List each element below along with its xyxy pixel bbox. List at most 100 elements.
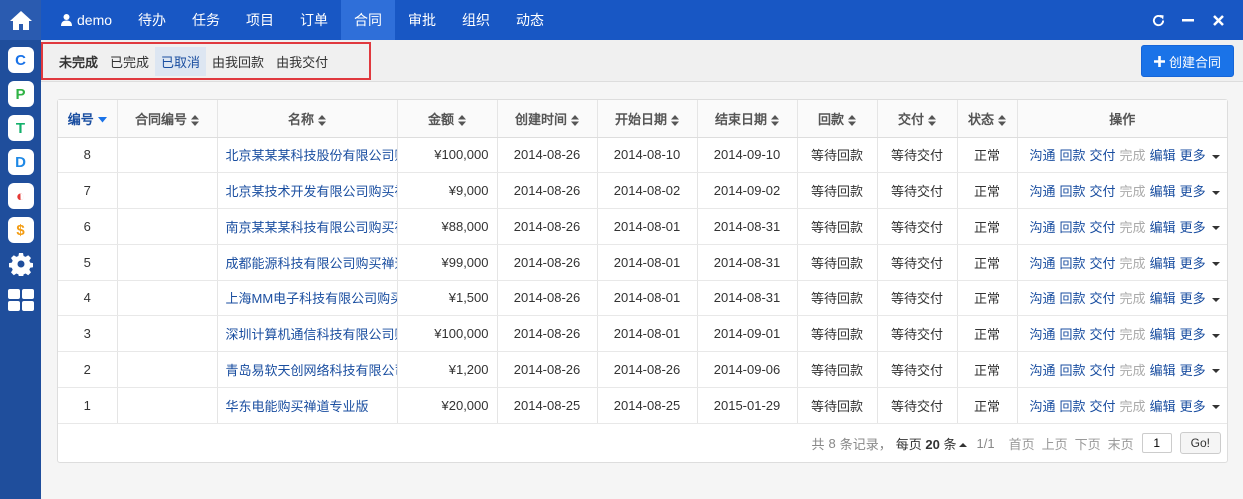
prev-page-link[interactable]: 上页 [1042, 434, 1068, 453]
action-more[interactable]: 更多 [1180, 256, 1206, 271]
action-talk[interactable]: 沟通 [1030, 363, 1056, 378]
action-more[interactable]: 更多 [1180, 291, 1206, 306]
action-delivery[interactable]: 交付 [1090, 399, 1116, 414]
rail-app-3[interactable]: T [7, 115, 34, 141]
table-row: 1 华东电能购买禅道专业版 ¥20,000 2014-08-25 2014-08-25 2… [58, 387, 1227, 424]
nav-item-6[interactable]: 审批 [395, 0, 449, 40]
action-delivery[interactable]: 交付 [1090, 327, 1116, 342]
action-edit[interactable]: 编辑 [1150, 327, 1176, 342]
action-delivery[interactable]: 交付 [1090, 256, 1116, 271]
cell-name[interactable]: 成都能源科技有限公司购买禅道 [217, 244, 398, 281]
filter-tab-5[interactable]: 由我交付 [270, 47, 334, 76]
column-header-7[interactable]: 结束日期 [697, 100, 798, 138]
action-payment[interactable]: 回款 [1060, 291, 1086, 306]
action-more[interactable]: 更多 [1180, 184, 1206, 199]
filter-tab-3[interactable]: 已取消 [155, 46, 207, 76]
action-talk[interactable]: 沟通 [1030, 327, 1056, 342]
column-header-3[interactable]: 名称 [217, 100, 398, 138]
column-header-10[interactable]: 状态 [957, 100, 1018, 138]
action-more[interactable]: 更多 [1180, 327, 1206, 342]
cell-name[interactable]: 深圳计算机通信科技有限公司购 [217, 315, 398, 352]
nav-item-7[interactable]: 组织 [449, 0, 503, 40]
rail-app-icon: C [15, 51, 26, 69]
action-more[interactable]: 更多 [1180, 220, 1206, 235]
action-more[interactable]: 更多 [1180, 148, 1206, 163]
filter-tab-2[interactable]: 已完成 [104, 47, 155, 76]
action-delivery[interactable]: 交付 [1090, 184, 1116, 199]
action-edit[interactable]: 编辑 [1150, 220, 1176, 235]
action-edit[interactable]: 编辑 [1150, 148, 1176, 163]
refresh-button[interactable] [1143, 0, 1173, 40]
column-header-8[interactable]: 回款 [797, 100, 878, 138]
rail-app-1[interactable]: C [7, 47, 34, 73]
column-header-9[interactable]: 交付 [877, 100, 958, 138]
nav-item-4[interactable]: 订单 [287, 0, 341, 40]
action-edit[interactable]: 编辑 [1150, 291, 1176, 306]
first-page-link[interactable]: 首页 [1009, 434, 1035, 453]
filter-tab-4[interactable]: 由我回款 [206, 47, 270, 76]
go-button[interactable]: Go! [1179, 432, 1221, 454]
home-button[interactable] [0, 0, 41, 40]
cell-name[interactable]: 北京某技术开发有限公司购买禅 [217, 172, 398, 209]
page-number-input[interactable] [1141, 433, 1172, 453]
cell-name[interactable]: 华东电能购买禅道专业版 [217, 387, 398, 424]
action-payment[interactable]: 回款 [1060, 256, 1086, 271]
cell-amount: ¥1,500 [397, 280, 498, 317]
user-menu[interactable]: demo [41, 0, 125, 40]
action-delivery[interactable]: 交付 [1090, 363, 1116, 378]
action-more[interactable]: 更多 [1180, 363, 1206, 378]
cell-actions: 沟通 回款 交付 完成 编辑 更多 [1017, 387, 1227, 424]
action-talk[interactable]: 沟通 [1030, 148, 1056, 163]
action-more[interactable]: 更多 [1180, 399, 1206, 414]
column-header-5[interactable]: 创建时间 [497, 100, 598, 138]
column-header-1[interactable]: 编号 [58, 100, 118, 138]
column-header-4[interactable]: 金额 [397, 100, 498, 138]
action-edit[interactable]: 编辑 [1150, 399, 1176, 414]
action-delivery[interactable]: 交付 [1090, 148, 1116, 163]
nav-item-3[interactable]: 项目 [233, 0, 287, 40]
rail-app-2[interactable]: P [7, 81, 34, 107]
action-payment[interactable]: 回款 [1060, 363, 1086, 378]
column-header-6[interactable]: 开始日期 [597, 100, 698, 138]
action-talk[interactable]: 沟通 [1030, 399, 1056, 414]
filter-tab-1[interactable]: 未完成 [53, 47, 104, 76]
nav-item-2[interactable]: 任务 [179, 0, 233, 40]
next-page-link[interactable]: 下页 [1075, 434, 1101, 453]
nav-item-1[interactable]: 待办 [125, 0, 179, 40]
action-payment[interactable]: 回款 [1060, 184, 1086, 199]
table-header-row: 编号 合同编号 名称 金额 创建时间 开始日期 结束日期 回款 交付 状态 操作 [58, 100, 1227, 138]
per-page-selector[interactable]: 每页 20 条 [896, 434, 967, 453]
rail-app-6[interactable]: $ [7, 217, 34, 243]
action-talk[interactable]: 沟通 [1030, 256, 1056, 271]
action-edit[interactable]: 编辑 [1150, 363, 1176, 378]
action-delivery[interactable]: 交付 [1090, 220, 1116, 235]
action-payment[interactable]: 回款 [1060, 220, 1086, 235]
settings-button[interactable] [8, 251, 34, 277]
cell-name[interactable]: 北京某某某科技股份有限公司购 [217, 137, 398, 174]
rail-app-5[interactable]: ◐ [7, 183, 34, 209]
nav-item-5[interactable]: 合同 [341, 0, 396, 40]
cell-status: 正常 [957, 208, 1018, 245]
cell-name[interactable]: 上海MM电子科技有限公司购买 [217, 280, 398, 317]
column-header-2[interactable]: 合同编号 [117, 100, 218, 138]
action-edit[interactable]: 编辑 [1150, 256, 1176, 271]
cell-name[interactable]: 青岛易软天创网络科技有限公司 [217, 351, 398, 388]
action-talk[interactable]: 沟通 [1030, 184, 1056, 199]
action-talk[interactable]: 沟通 [1030, 220, 1056, 235]
action-payment[interactable]: 回款 [1060, 327, 1086, 342]
cell-name[interactable]: 南京某某某科技有限公司购买禅 [217, 208, 398, 245]
action-edit[interactable]: 编辑 [1150, 184, 1176, 199]
nav-item-8[interactable]: 动态 [503, 0, 557, 40]
cell-end: 2014-08-31 [697, 208, 798, 245]
last-page-link[interactable]: 末页 [1108, 434, 1134, 453]
create-contract-button[interactable]: 创建合同 [1141, 45, 1234, 77]
minimize-button[interactable] [1173, 0, 1203, 40]
all-apps-button[interactable] [7, 287, 34, 313]
action-delivery[interactable]: 交付 [1090, 291, 1116, 306]
rail-app-4[interactable]: D [7, 149, 34, 175]
sort-icon [998, 114, 1006, 126]
action-payment[interactable]: 回款 [1060, 148, 1086, 163]
action-talk[interactable]: 沟通 [1030, 291, 1056, 306]
close-button[interactable] [1203, 0, 1233, 40]
action-payment[interactable]: 回款 [1060, 399, 1086, 414]
